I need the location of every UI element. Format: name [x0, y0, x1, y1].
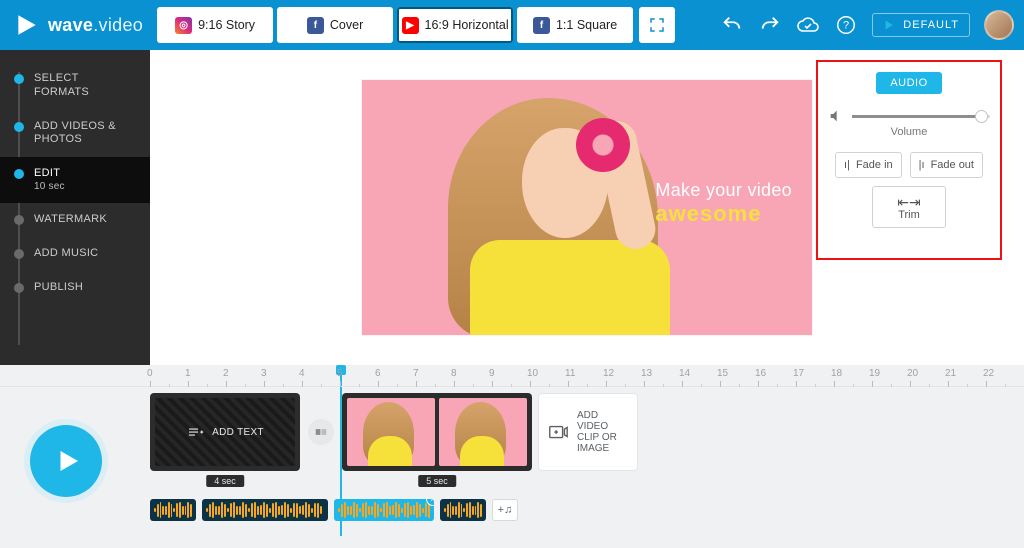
format-label: 9:16 Story: [198, 18, 255, 32]
overlay-text[interactable]: Make your video awesome: [655, 180, 792, 227]
format-label: 16:9 Horizontal: [425, 18, 509, 32]
user-avatar[interactable]: [984, 10, 1014, 40]
add-text-label: ADD TEXT: [212, 427, 264, 438]
volume-knob[interactable]: [975, 110, 988, 123]
volume-icon: [828, 108, 844, 124]
brand-text: wave.video: [48, 15, 143, 36]
trim-label: Trim: [898, 209, 920, 221]
fade-out-icon: |ı: [919, 159, 925, 171]
step-label: SELECT FORMATS: [34, 72, 136, 100]
help-icon: ?: [835, 14, 857, 36]
volume-label: Volume: [828, 126, 990, 138]
clip-1-duration: 4 sec: [206, 475, 244, 487]
step-add-music[interactable]: ADD MUSIC: [0, 237, 150, 271]
format-switcher: ◎ 9:16 Story f Cover ▶ 16:9 Horizontal f…: [157, 7, 675, 43]
add-audio-button[interactable]: +♫: [492, 499, 518, 521]
trim-button[interactable]: ⇤⇥ Trim: [872, 186, 946, 228]
redo-button[interactable]: [758, 13, 782, 37]
format-1-1-square[interactable]: f 1:1 Square: [517, 7, 633, 43]
audio-clip-3-selected[interactable]: × 3 sec: [334, 499, 434, 521]
big-play-button[interactable]: [30, 425, 102, 497]
timeline: 012345678910111213141516171819202122 ADD…: [0, 365, 1024, 548]
canvas-area: Make your video awesome AUDIO Volume ı| …: [150, 50, 1024, 365]
brand-logo[interactable]: wave.video: [14, 12, 143, 38]
step-label: WATERMARK: [34, 213, 107, 227]
help-button[interactable]: ?: [834, 13, 858, 37]
step-edit[interactable]: EDIT 10 sec: [0, 157, 150, 203]
format-label: Cover: [330, 18, 363, 32]
step-publish[interactable]: PUBLISH: [0, 271, 150, 305]
clip-1[interactable]: ADD TEXT 4 sec: [150, 393, 300, 471]
crop-button[interactable]: [639, 7, 675, 43]
step-sublabel: 10 sec: [34, 181, 65, 194]
step-sidebar: SELECT FORMATS ADD VIDEOS & PHOTOS EDIT 1…: [0, 50, 150, 365]
add-text-button[interactable]: ADD TEXT: [155, 398, 295, 466]
step-label: ADD MUSIC: [34, 247, 98, 261]
preview-default-button[interactable]: DEFAULT: [872, 13, 970, 37]
redo-icon: [759, 14, 781, 36]
volume-fill: [852, 115, 979, 118]
overlay-line2: awesome: [655, 201, 792, 227]
play-logo-icon: [14, 12, 40, 38]
default-label: DEFAULT: [903, 19, 959, 31]
audio-panel: AUDIO Volume ı| Fade in |ı Fade out: [816, 60, 1002, 260]
time-ruler[interactable]: 012345678910111213141516171819202122: [0, 365, 1024, 387]
instagram-icon: ◎: [175, 17, 192, 34]
step-select-formats[interactable]: SELECT FORMATS: [0, 62, 150, 110]
step-label: ADD VIDEOS & PHOTOS: [34, 120, 136, 148]
fade-out-label: Fade out: [931, 159, 974, 171]
facebook-icon: f: [533, 17, 550, 34]
fade-out-button[interactable]: |ı Fade out: [910, 152, 983, 178]
fade-in-button[interactable]: ı| Fade in: [835, 152, 902, 178]
transition-button[interactable]: [308, 419, 334, 445]
add-clip-button[interactable]: ADD VIDEO CLIP OR IMAGE: [538, 393, 638, 471]
play-icon: [883, 19, 895, 31]
audio-clip-4[interactable]: [440, 499, 486, 521]
illustration-shirt: [470, 240, 670, 335]
step-label: PUBLISH: [34, 281, 83, 295]
svg-text:?: ?: [843, 20, 849, 32]
facebook-icon: f: [307, 17, 324, 34]
step-add-videos[interactable]: ADD VIDEOS & PHOTOS: [0, 110, 150, 158]
transition-icon: [314, 425, 328, 439]
clip-2-duration: 5 sec: [418, 475, 456, 487]
add-clip-icon: [547, 421, 569, 443]
volume-slider[interactable]: [852, 115, 990, 118]
expand-icon: [648, 16, 666, 34]
clip-2-thumb-a: [347, 398, 435, 466]
overlay-line1: Make your video: [655, 180, 792, 201]
trim-icon: ⇤⇥: [873, 195, 945, 209]
video-track: ADD TEXT 4 sec 5 sec ADD VIDEO CLIP OR I…: [0, 393, 1024, 471]
fade-in-label: Fade in: [856, 159, 893, 171]
format-16-9-horizontal[interactable]: ▶ 16:9 Horizontal: [397, 7, 513, 43]
clip-2-thumb-b: [439, 398, 527, 466]
format-9-16-story[interactable]: ◎ 9:16 Story: [157, 7, 273, 43]
add-text-icon: [186, 423, 204, 441]
step-watermark[interactable]: WATERMARK: [0, 203, 150, 237]
topbar-right: ? DEFAULT: [720, 10, 1014, 40]
play-icon: [53, 446, 83, 476]
youtube-icon: ▶: [402, 17, 419, 34]
step-label: EDIT: [34, 167, 60, 179]
video-preview[interactable]: Make your video awesome: [362, 80, 812, 335]
volume-row: [828, 108, 990, 124]
clip-2[interactable]: 5 sec: [342, 393, 532, 471]
audio-tab[interactable]: AUDIO: [876, 72, 941, 94]
cloud-save-button[interactable]: [796, 13, 820, 37]
audio-clip-2[interactable]: [202, 499, 328, 521]
main-body: SELECT FORMATS ADD VIDEOS & PHOTOS EDIT 1…: [0, 50, 1024, 365]
add-clip-label: ADD VIDEO CLIP OR IMAGE: [577, 410, 629, 454]
audio-clip-1[interactable]: [150, 499, 196, 521]
cloud-check-icon: [796, 13, 820, 37]
fade-in-icon: ı|: [844, 159, 850, 171]
format-label: 1:1 Square: [556, 18, 617, 32]
topbar: wave.video ◎ 9:16 Story f Cover ▶ 16:9 H…: [0, 0, 1024, 50]
format-cover[interactable]: f Cover: [277, 7, 393, 43]
undo-icon: [721, 14, 743, 36]
undo-button[interactable]: [720, 13, 744, 37]
illustration-donut: [576, 118, 630, 172]
audio-track: × 3 sec +♫: [0, 499, 1024, 521]
